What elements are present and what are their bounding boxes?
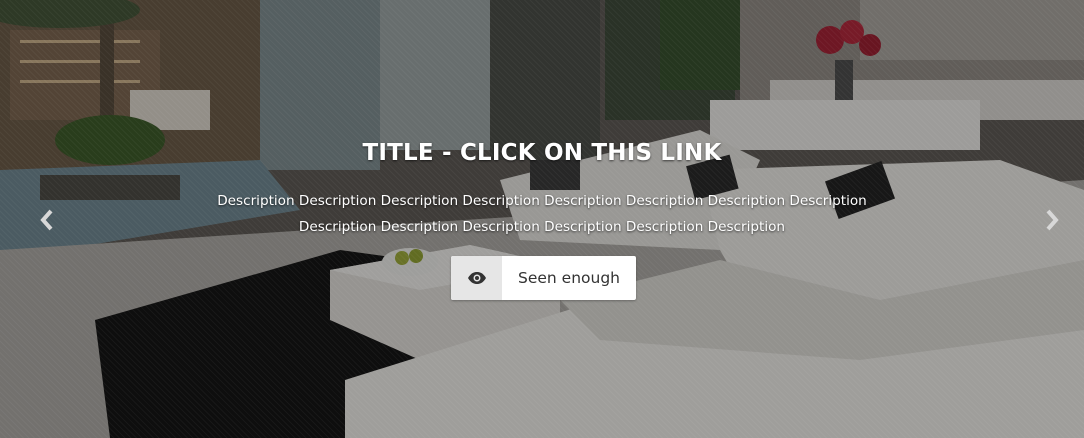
hero-slider: TITLE - CLICK ON THIS LINK Description D… (0, 0, 1084, 438)
slide-description: Description Description Description Desc… (217, 193, 867, 235)
next-slide-button[interactable] (1040, 206, 1064, 234)
chevron-right-icon (1046, 209, 1059, 231)
chevron-left-icon (40, 209, 53, 231)
eye-icon (451, 256, 502, 300)
slide-caption: TITLE - CLICK ON THIS LINK Description D… (0, 140, 1084, 240)
prev-slide-button[interactable] (35, 206, 59, 234)
seen-enough-button[interactable]: Seen enough (451, 256, 636, 300)
slide-title-link[interactable]: TITLE - CLICK ON THIS LINK (362, 140, 721, 166)
seen-enough-label: Seen enough (518, 269, 620, 287)
